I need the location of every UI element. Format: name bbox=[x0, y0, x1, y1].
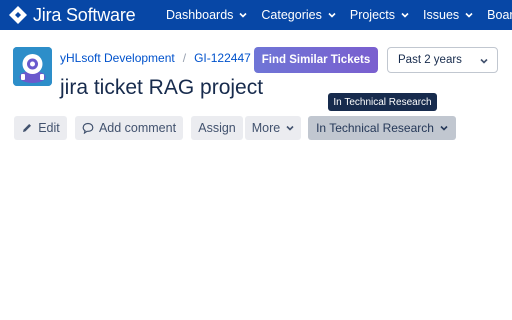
edit-label: Edit bbox=[38, 121, 60, 135]
assign-button[interactable]: Assign bbox=[191, 116, 243, 140]
nav-boards-label: Boards bbox=[487, 8, 512, 22]
robot-avatar-icon bbox=[13, 47, 52, 86]
nav-issues[interactable]: Issues bbox=[423, 8, 473, 22]
status-transition-button[interactable]: In Technical Research bbox=[308, 116, 456, 140]
assign-label: Assign bbox=[198, 121, 236, 135]
nav-categories-label: Categories bbox=[261, 8, 322, 22]
time-range-value: Past 2 years bbox=[398, 54, 462, 66]
chevron-down-icon bbox=[440, 125, 448, 131]
add-comment-button[interactable]: Add comment bbox=[75, 116, 183, 140]
time-range-select[interactable]: Past 2 years bbox=[387, 47, 498, 73]
breadcrumb-project-link[interactable]: yHLsoft Development bbox=[60, 51, 175, 65]
main-nav: Dashboards Categories Projects Issues Bo… bbox=[166, 0, 512, 30]
project-avatar[interactable] bbox=[13, 47, 52, 86]
edit-button[interactable]: Edit bbox=[14, 116, 67, 140]
nav-issues-label: Issues bbox=[423, 8, 460, 22]
more-button[interactable]: More bbox=[245, 116, 301, 140]
add-comment-label: Add comment bbox=[98, 121, 177, 135]
more-label: More bbox=[251, 121, 281, 135]
jira-diamond-icon bbox=[9, 6, 27, 24]
nav-projects[interactable]: Projects bbox=[350, 8, 409, 22]
chevron-down-icon bbox=[239, 12, 247, 18]
nav-boards[interactable]: Boards bbox=[487, 8, 512, 22]
brand-name: Jira Software bbox=[33, 4, 136, 25]
nav-projects-label: Projects bbox=[349, 8, 396, 22]
chevron-down-icon bbox=[465, 12, 473, 18]
nav-dashboards[interactable]: Dashboards bbox=[166, 8, 247, 22]
chevron-down-icon bbox=[401, 12, 409, 18]
brand-logo-link[interactable]: Jira Software bbox=[8, 4, 136, 26]
chevron-down-icon bbox=[286, 125, 294, 131]
nav-dashboards-label: Dashboards bbox=[166, 8, 234, 22]
comment-icon bbox=[82, 122, 94, 134]
nav-categories[interactable]: Categories bbox=[261, 8, 336, 22]
status-tooltip: In Technical Research bbox=[328, 93, 437, 111]
issue-title: jira ticket RAG project bbox=[60, 76, 264, 99]
chevron-down-icon bbox=[328, 12, 336, 18]
breadcrumb: yHLsoft Development / GI-122447 bbox=[60, 51, 251, 65]
breadcrumb-issue-key-link[interactable]: GI-122447 bbox=[194, 51, 251, 65]
status-label: In Technical Research bbox=[316, 121, 434, 135]
find-similar-tickets-button[interactable]: Find Similar Tickets bbox=[254, 47, 378, 73]
top-navigation-bar: Jira Software Dashboards Categories Proj… bbox=[0, 0, 512, 30]
pencil-icon bbox=[23, 124, 32, 132]
chevron-down-icon bbox=[480, 58, 488, 64]
breadcrumb-separator: / bbox=[182, 51, 187, 65]
